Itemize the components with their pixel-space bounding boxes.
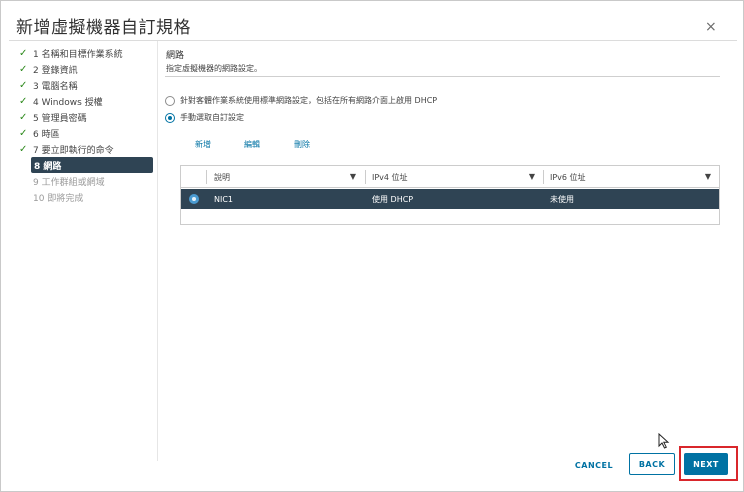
cell-description: NIC1 (214, 194, 234, 204)
step-label: 1 名稱和目標作業系統 (33, 49, 123, 60)
table-row[interactable]: NIC1 使用 DHCP 未使用 (181, 189, 719, 209)
option-manual-settings[interactable]: 手動選取自訂設定 (165, 112, 244, 123)
filter-icon[interactable]: ▼ (529, 172, 535, 181)
column-description-label: 說明 (214, 172, 230, 182)
edit-nic-button[interactable]: 編輯 (244, 139, 260, 150)
step-label: 8 網路 (34, 161, 62, 172)
step-registration[interactable]: ✓ 2 登錄資訊 (19, 61, 155, 77)
step-name-os[interactable]: ✓ 1 名稱和目標作業系統 (19, 45, 155, 61)
title-divider (9, 40, 737, 41)
step-label: 2 登錄資訊 (33, 65, 78, 76)
row-select-radio[interactable] (189, 194, 199, 204)
column-ipv4-label: IPv4 位址 (372, 172, 408, 182)
step-label: 4 Windows 授權 (33, 97, 103, 108)
step-timezone[interactable]: ✓ 6 時區 (19, 125, 155, 141)
step-label: 10 即將完成 (33, 193, 84, 204)
check-icon: ✓ (19, 111, 28, 123)
section-divider (165, 76, 720, 77)
column-ipv6-label: IPv6 位址 (550, 172, 586, 182)
column-separator (206, 170, 207, 184)
check-icon: ✓ (19, 63, 28, 75)
step-computer-name[interactable]: ✓ 3 電腦名稱 (19, 77, 155, 93)
check-icon: ✓ (19, 47, 28, 59)
cell-ipv6: 未使用 (550, 194, 574, 204)
nic-grid: 說明 ▼ IPv4 位址 ▼ IPv6 位址 ▼ NIC1 使用 DHCP 未使… (180, 165, 720, 225)
option-manual-label: 手動選取自訂設定 (180, 113, 244, 122)
add-nic-button[interactable]: 新增 (195, 139, 211, 150)
step-windows-license[interactable]: ✓ 4 Windows 授權 (19, 93, 155, 109)
step-label: 5 管理員密碼 (33, 113, 87, 124)
step-label: 6 時區 (33, 129, 60, 140)
section-title: 網路 (166, 51, 185, 61)
cell-ipv4: 使用 DHCP (372, 194, 414, 204)
steps-divider (157, 41, 158, 461)
step-label: 9 工作群組或網域 (33, 177, 105, 188)
delete-nic-button[interactable]: 刪除 (294, 139, 310, 150)
option-standard-settings[interactable]: 針對客體作業系統使用標準網路設定，包括在所有網路介面上啟用 DHCP (165, 95, 437, 106)
step-label: 3 電腦名稱 (33, 81, 78, 92)
mouse-cursor-icon (658, 433, 670, 449)
next-highlight-frame (679, 446, 738, 481)
step-label: 7 要立即執行的命令 (33, 145, 114, 156)
check-icon: ✓ (19, 127, 28, 139)
radio-manual[interactable] (165, 112, 175, 123)
column-ipv6[interactable]: IPv6 位址 ▼ (544, 166, 719, 188)
section-subtitle: 指定虛擬機器的網路設定。 (166, 64, 262, 73)
column-ipv4[interactable]: IPv4 位址 ▼ (366, 166, 543, 188)
step-network[interactable]: 8 網路 (31, 157, 153, 173)
step-run-once[interactable]: ✓ 7 要立即執行的命令 (19, 141, 155, 157)
dialog-title: 新增虛擬機器自訂規格 (16, 18, 191, 38)
option-standard-label: 針對客體作業系統使用標準網路設定，包括在所有網路介面上啟用 DHCP (180, 96, 438, 105)
grid-header: 說明 ▼ IPv4 位址 ▼ IPv6 位址 ▼ (181, 166, 719, 188)
customization-spec-dialog: 新增虛擬機器自訂規格 × ✓ 1 名稱和目標作業系統 ✓ 2 登錄資訊 ✓ 3 … (0, 0, 744, 492)
step-ready-to-complete: 10 即將完成 (19, 189, 155, 205)
wizard-steps: ✓ 1 名稱和目標作業系統 ✓ 2 登錄資訊 ✓ 3 電腦名稱 ✓ 4 Wind… (19, 45, 155, 205)
column-description[interactable]: 說明 ▼ (208, 166, 364, 188)
filter-icon[interactable]: ▼ (350, 172, 356, 181)
filter-icon[interactable]: ▼ (705, 172, 711, 181)
check-icon: ✓ (19, 79, 28, 91)
check-icon: ✓ (19, 143, 28, 155)
close-icon[interactable]: × (705, 20, 717, 34)
step-workgroup-domain: 9 工作群組或網域 (19, 173, 155, 189)
step-admin-password[interactable]: ✓ 5 管理員密碼 (19, 109, 155, 125)
back-button[interactable]: BACK (629, 453, 675, 475)
cancel-button[interactable]: CANCEL (571, 454, 617, 476)
radio-standard[interactable] (165, 95, 175, 106)
check-icon: ✓ (19, 95, 28, 107)
